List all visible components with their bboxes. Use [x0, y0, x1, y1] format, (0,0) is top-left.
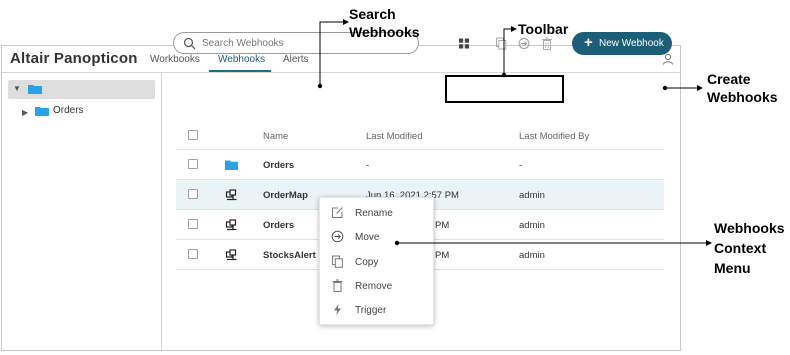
callout-search-webhooks: Search Webhooks: [349, 5, 420, 41]
callout-create-webhooks: Create Webhooks: [707, 70, 778, 106]
callout-line: Context: [714, 240, 767, 256]
callout-line: Create: [707, 71, 751, 87]
callout-line: Search: [349, 6, 396, 22]
callout-line: Webhooks: [349, 24, 420, 40]
callout-line: Menu: [714, 260, 751, 276]
callout-line: Webhooks: [707, 89, 778, 105]
callout-context-menu: Webhooks Context Menu: [714, 218, 785, 278]
callout-toolbar: Toolbar: [518, 21, 569, 37]
callout-line: Webhooks: [714, 220, 785, 236]
annotation-lines: [317, 19, 712, 246]
